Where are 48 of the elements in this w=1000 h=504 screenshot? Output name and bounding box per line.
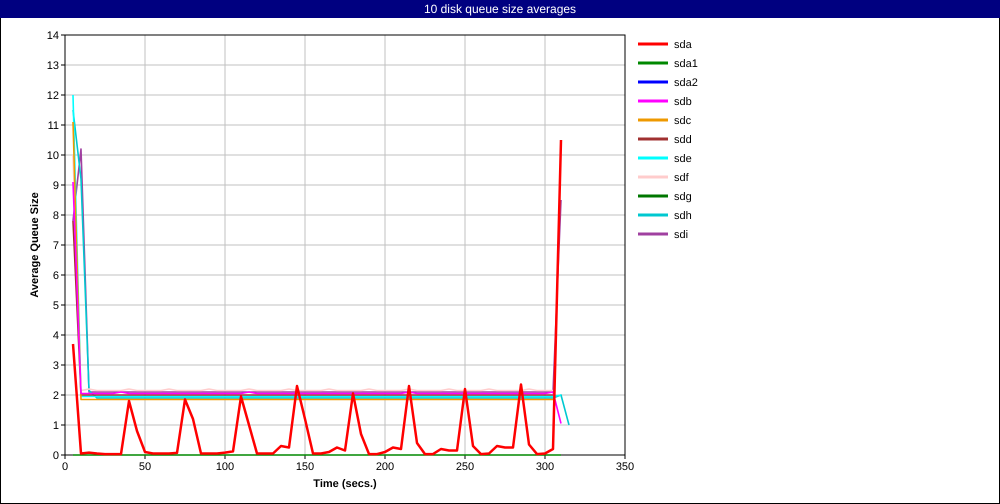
tick-label: 8 bbox=[52, 210, 59, 222]
tick-label: 4 bbox=[52, 330, 59, 342]
tick-label: 50 bbox=[138, 461, 152, 473]
tick-label: 7 bbox=[52, 240, 59, 252]
legend-label: sda1 bbox=[674, 58, 698, 70]
legend-swatch-icon bbox=[638, 156, 668, 160]
tick-label: 9 bbox=[52, 180, 59, 192]
tick-label: 350 bbox=[616, 461, 634, 473]
legend-label: sdh bbox=[674, 210, 692, 222]
tick-label: 100 bbox=[216, 461, 234, 473]
legend-label: sda bbox=[674, 39, 692, 51]
tick-label: 2 bbox=[52, 390, 59, 402]
legend-label: sdf bbox=[674, 172, 689, 184]
tick-label: 11 bbox=[48, 120, 59, 132]
legend-label: sde bbox=[674, 153, 692, 165]
legend-label: sdg bbox=[674, 191, 692, 203]
axis-title: Average Queue Size bbox=[29, 192, 41, 298]
legend-swatch-icon bbox=[638, 42, 668, 46]
legend-label: sda2 bbox=[674, 77, 698, 89]
legend-label: sdb bbox=[674, 96, 692, 108]
chart-title-bar: 10 disk queue size averages bbox=[0, 0, 1000, 18]
tick-label: 1 bbox=[52, 420, 59, 432]
legend-swatch-icon bbox=[638, 194, 668, 198]
legend-swatch-icon bbox=[638, 214, 668, 216]
tick-label: 10 bbox=[46, 150, 59, 162]
legend-swatch-icon bbox=[638, 176, 668, 178]
tick-label: 250 bbox=[456, 461, 474, 473]
tick-label: 150 bbox=[296, 461, 314, 473]
tick-label: 200 bbox=[376, 461, 394, 473]
legend-label: sdc bbox=[674, 115, 692, 127]
legend-swatch-icon bbox=[638, 118, 668, 122]
legend-swatch-icon bbox=[638, 232, 668, 236]
axis-title: Time (secs.) bbox=[313, 478, 377, 490]
tick-label: 0 bbox=[52, 450, 59, 462]
tick-label: 6 bbox=[52, 270, 59, 282]
legend-swatch-icon bbox=[638, 80, 668, 84]
legend-swatch-icon bbox=[638, 62, 668, 64]
legend-swatch-icon bbox=[638, 100, 668, 102]
legend-swatch-icon bbox=[638, 138, 668, 140]
tick-label: 14 bbox=[46, 30, 59, 42]
legend-label: sdi bbox=[674, 229, 688, 241]
tick-label: 5 bbox=[52, 300, 59, 312]
tick-label: 12 bbox=[46, 90, 59, 102]
legend-label: sdd bbox=[674, 134, 692, 146]
tick-label: 13 bbox=[46, 60, 59, 72]
tick-label: 300 bbox=[536, 461, 554, 473]
tick-label: 3 bbox=[52, 360, 59, 372]
tick-label: 0 bbox=[62, 461, 68, 473]
